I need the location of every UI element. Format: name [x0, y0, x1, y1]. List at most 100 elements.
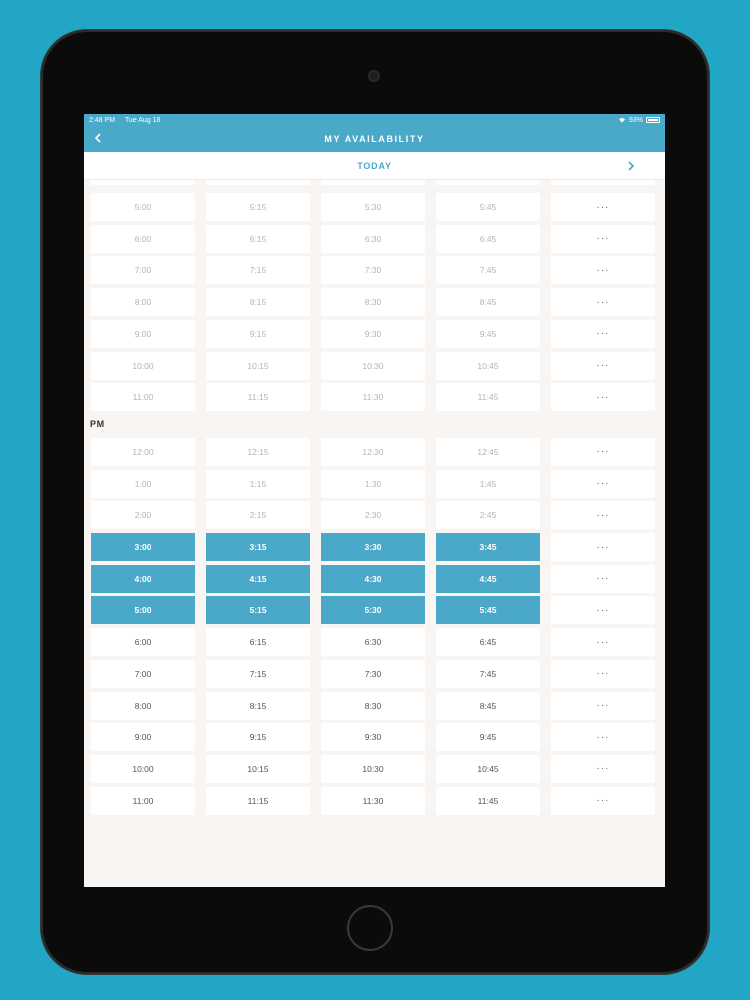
home-button[interactable]: [347, 905, 393, 951]
time-slot[interactable]: 8:30: [321, 691, 425, 720]
time-slot[interactable]: 1:00: [91, 469, 195, 498]
time-slot[interactable]: 5:15: [206, 596, 310, 625]
more-options-button[interactable]: ···: [551, 596, 655, 625]
time-slot[interactable]: 3:00: [91, 533, 195, 561]
time-slot[interactable]: 1:30: [321, 469, 425, 498]
more-options-button[interactable]: ···: [551, 437, 655, 466]
time-slot[interactable]: 11:00: [91, 786, 195, 815]
time-slot[interactable]: 12:30: [321, 437, 425, 466]
time-slot[interactable]: 10:15: [206, 754, 310, 783]
more-options-button[interactable]: ···: [551, 754, 655, 783]
time-slot[interactable]: 11:30: [321, 383, 425, 412]
more-options-button[interactable]: ···: [551, 533, 655, 561]
time-slot[interactable]: 6:45: [436, 224, 540, 253]
time-slot[interactable]: 9:30: [321, 319, 425, 348]
time-slot[interactable]: 6:00: [91, 628, 195, 657]
time-slot[interactable]: 11:45: [436, 786, 540, 815]
time-slot[interactable]: 7:30: [321, 659, 425, 688]
time-slot[interactable]: 2:45: [436, 501, 540, 530]
time-slot[interactable]: 7:30: [321, 256, 425, 285]
time-slot[interactable]: 12:15: [206, 437, 310, 466]
time-slot[interactable]: 9:15: [206, 319, 310, 348]
time-slot[interactable]: 12:45: [436, 437, 540, 466]
more-options-button[interactable]: ···: [551, 193, 655, 221]
time-slot[interactable]: 7:00: [91, 256, 195, 285]
more-options-button[interactable]: ···: [551, 383, 655, 412]
more-options-button[interactable]: ···: [551, 628, 655, 657]
time-slot[interactable]: 4:30: [321, 564, 425, 593]
next-day-button[interactable]: [623, 158, 639, 174]
time-slot[interactable]: 10:45: [436, 351, 540, 380]
time-slot[interactable]: 4:00: [91, 564, 195, 593]
time-slot[interactable]: 4:15: [206, 564, 310, 593]
time-slot[interactable]: 3:15: [206, 533, 310, 561]
time-slot[interactable]: 5:45: [436, 193, 540, 221]
time-slot[interactable]: 6:00: [91, 224, 195, 253]
time-slot[interactable]: 8:15: [206, 288, 310, 317]
time-slot[interactable]: 10:30: [321, 754, 425, 783]
back-button[interactable]: [90, 130, 106, 146]
time-slot[interactable]: 9:00: [91, 723, 195, 752]
time-slot[interactable]: 5:00: [91, 193, 195, 221]
time-slot[interactable]: 9:00: [91, 319, 195, 348]
more-options-button[interactable]: ···: [551, 256, 655, 285]
date-today-label[interactable]: TODAY: [357, 161, 392, 171]
time-slot[interactable]: 5:30: [321, 193, 425, 221]
more-options-button[interactable]: ···: [551, 723, 655, 752]
more-options-button[interactable]: ···: [551, 564, 655, 593]
more-options-button[interactable]: ···: [551, 786, 655, 815]
time-slot[interactable]: 1:15: [206, 469, 310, 498]
time-slot[interactable]: 10:15: [206, 351, 310, 380]
time-slot[interactable]: 10:00: [91, 754, 195, 783]
time-slot[interactable]: 6:15: [206, 224, 310, 253]
more-options-button[interactable]: ···: [551, 351, 655, 380]
more-options-button[interactable]: ···: [551, 501, 655, 530]
time-slot[interactable]: 9:15: [206, 723, 310, 752]
time-slot[interactable]: 1:45: [436, 469, 540, 498]
time-slot[interactable]: 11:15: [206, 383, 310, 412]
time-slot[interactable]: 7:00: [91, 659, 195, 688]
time-slot[interactable]: 7:45: [436, 659, 540, 688]
time-slot[interactable]: 11:15: [206, 786, 310, 815]
time-slot[interactable]: 9:45: [436, 723, 540, 752]
time-slot[interactable]: 7:15: [206, 659, 310, 688]
time-slot[interactable]: 9:30: [321, 723, 425, 752]
time-slot[interactable]: 12:00: [91, 437, 195, 466]
time-slot[interactable]: 11:30: [321, 786, 425, 815]
time-slot[interactable]: 3:30: [321, 533, 425, 561]
time-slot[interactable]: 7:15: [206, 256, 310, 285]
more-options-button[interactable]: ···: [551, 224, 655, 253]
date-navigator: TODAY: [84, 152, 665, 180]
time-slot[interactable]: 5:00: [91, 596, 195, 625]
time-slot[interactable]: 3:45: [436, 533, 540, 561]
time-slot[interactable]: 2:30: [321, 501, 425, 530]
more-options-button[interactable]: ···: [551, 288, 655, 317]
time-slot[interactable]: 8:00: [91, 288, 195, 317]
time-slot[interactable]: 6:15: [206, 628, 310, 657]
time-slot[interactable]: 11:45: [436, 383, 540, 412]
more-options-button[interactable]: ···: [551, 691, 655, 720]
time-slot[interactable]: 2:15: [206, 501, 310, 530]
more-options-button[interactable]: ···: [551, 469, 655, 498]
time-slot[interactable]: 9:45: [436, 319, 540, 348]
time-slot[interactable]: 5:30: [321, 596, 425, 625]
time-slot[interactable]: 8:45: [436, 691, 540, 720]
time-slot[interactable]: 8:15: [206, 691, 310, 720]
time-slot[interactable]: 10:45: [436, 754, 540, 783]
time-slot[interactable]: 8:30: [321, 288, 425, 317]
time-slot[interactable]: 5:15: [206, 193, 310, 221]
time-slot[interactable]: 10:00: [91, 351, 195, 380]
time-slot[interactable]: 7:45: [436, 256, 540, 285]
time-slot[interactable]: 4:45: [436, 564, 540, 593]
more-options-button[interactable]: ···: [551, 659, 655, 688]
time-slot[interactable]: 2:00: [91, 501, 195, 530]
time-slot[interactable]: 10:30: [321, 351, 425, 380]
time-slot[interactable]: 5:45: [436, 596, 540, 625]
more-options-button[interactable]: ···: [551, 319, 655, 348]
time-slot[interactable]: 6:30: [321, 224, 425, 253]
time-slot[interactable]: 11:00: [91, 383, 195, 412]
time-slot[interactable]: 8:45: [436, 288, 540, 317]
time-slot[interactable]: 6:30: [321, 628, 425, 657]
time-slot[interactable]: 8:00: [91, 691, 195, 720]
time-slot[interactable]: 6:45: [436, 628, 540, 657]
